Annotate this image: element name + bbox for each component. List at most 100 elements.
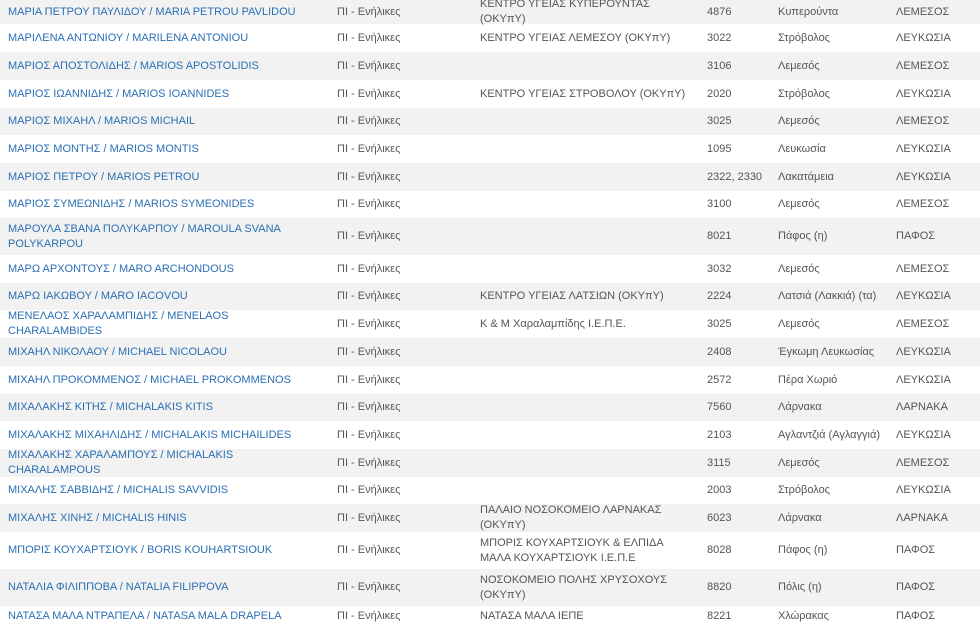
postcode-cell: 2020 bbox=[707, 87, 732, 100]
area-cell: Λευκωσία bbox=[778, 142, 826, 155]
provider-cell: Κ & Μ Χαραλαμπίδης Ι.Ε.Π.Ε. bbox=[480, 317, 626, 330]
name-cell: ΜΙΧΑΛΑΚΗΣ ΚΙΤΗΣ / MICHALAKIS KITIS bbox=[0, 400, 329, 415]
name-cell: ΜΑΡΙΛΕΝΑ ΑΝΤΩΝΙΟΥ / MARILENA ANTONIOU bbox=[0, 31, 329, 46]
doctor-name-link[interactable]: ΜΑΡΙΛΕΝΑ ΑΝΤΩΝΙΟΥ / MARILENA ANTONIOU bbox=[8, 32, 248, 44]
doctors-table: ΜΑΡΙΑ ΠΕΤΡΟΥ ΠΑΥΛΙΔΟΥ / MARIA PETROU PAV… bbox=[0, 0, 980, 626]
provider-cell: ΚΕΝΤΡΟ ΥΓΕΙΑΣ ΚΥΠΕΡΟΥΝΤΑΣ (ΟΚΥπΥ) bbox=[480, 0, 650, 25]
doctor-name-link[interactable]: ΜΑΡΟΥΛΑ ΣΒΑΝΑ ΠΟΛΥΚΑΡΠΟΥ / MAROULA SVANA… bbox=[8, 223, 280, 250]
specialty-cell: ΠΙ - Ενήλικες bbox=[337, 581, 401, 593]
doctor-name-link[interactable]: ΝΑΤΑΣΑ ΜΑΛΑ ΝΤΡΑΠΕΛΑ / NATASA MALA DRAPE… bbox=[8, 610, 282, 622]
area-cell: Πάφος (η) bbox=[778, 230, 828, 242]
provider-cell: ΝΑΤΑΣΑ ΜΑΛΑ ΙΕΠΕ bbox=[480, 609, 584, 622]
district-cell: ΛΕΥΚΩΣΙΑ bbox=[896, 290, 951, 302]
postcode-cell: 2103 bbox=[707, 428, 732, 441]
doctor-name-link[interactable]: ΜΑΡΙΟΣ ΣΥΜΕΩΝΙΔΗΣ / MARIOS SYMEONIDES bbox=[8, 198, 254, 210]
name-cell: ΜΑΡΩ ΙΑΚΩΒΟΥ / MARO IACOVOU bbox=[0, 289, 329, 304]
doctor-name-link[interactable]: ΜΑΡΙΑ ΠΕΤΡΟΥ ΠΑΥΛΙΔΟΥ / MARIA PETROU PAV… bbox=[8, 6, 296, 18]
name-cell: ΜΙΧΑΗΛ ΠΡΟΚΟΜΜΕΝΟΣ / MICHAEL PROKOMMENOS bbox=[0, 373, 329, 388]
specialty-cell: ΠΙ - Ενήλικες bbox=[337, 198, 401, 210]
table-row: ΜΙΧΑΛΑΚΗΣ ΜΙΧΑΗΛΙΔΗΣ / MICHALAKIS MICHAI… bbox=[0, 421, 980, 449]
postcode-cell: 2003 bbox=[707, 484, 732, 496]
area-cell: Λάρνακα bbox=[778, 401, 822, 413]
table-row: ΝΑΤΑΣΑ ΜΑΛΑ ΝΤΡΑΠΕΛΑ / NATASA MALA DRAPE… bbox=[0, 606, 980, 626]
name-cell: ΜΑΡΙΑ ΠΕΤΡΟΥ ΠΑΥΛΙΔΟΥ / MARIA PETROU PAV… bbox=[0, 5, 329, 20]
area-cell: Στρόβολος bbox=[778, 31, 830, 44]
area-cell: Στρόβολος bbox=[778, 87, 830, 100]
specialty-cell: ΠΙ - Ενήλικες bbox=[337, 456, 401, 469]
district-cell: ΛΕΥΚΩΣΙΑ bbox=[896, 31, 951, 44]
district-cell: ΛΕΥΚΩΣΙΑ bbox=[896, 373, 951, 386]
name-cell: ΜΙΧΑΗΛ ΝΙΚΟΛΑΟΥ / MICHAEL NICOLAOU bbox=[0, 345, 329, 360]
table-row: ΜΙΧΑΛΗΣ ΧΙΝΗΣ / MICHALIS HINIS ΠΙ - Ενήλι… bbox=[0, 504, 980, 532]
provider-cell: ΚΕΝΤΡΟ ΥΓΕΙΑΣ ΣΤΡΟΒΟΛΟΥ (ΟΚΥπΥ) bbox=[480, 87, 686, 100]
name-cell: ΜΕΝΕΛΑΟΣ ΧΑΡΑΛΑΜΠΙΔΗΣ / MENELAOS CHARALA… bbox=[0, 309, 329, 339]
postcode-cell: 3100 bbox=[707, 198, 732, 210]
name-cell: ΜΙΧΑΛΗΣ ΣΑΒΒΙΔΗΣ / MICHALIS SAVVIDIS bbox=[0, 483, 329, 498]
name-cell: ΜΑΡΙΟΣ ΣΥΜΕΩΝΙΔΗΣ / MARIOS SYMEONIDES bbox=[0, 197, 329, 212]
specialty-cell: ΠΙ - Ενήλικες bbox=[337, 484, 401, 496]
specialty-cell: ΠΙ - Ενήλικες bbox=[337, 142, 401, 155]
table-row: ΜΠΟΡΙΣ ΚΟΥΧΑΡΤΣΙΟΥΚ / BORIS KOUHARTSIOUK… bbox=[0, 532, 980, 569]
doctor-name-link[interactable]: ΜΠΟΡΙΣ ΚΟΥΧΑΡΤΣΙΟΥΚ / BORIS KOUHARTSIOUK bbox=[8, 544, 272, 556]
doctor-name-link[interactable]: ΜΙΧΑΛΑΚΗΣ ΜΙΧΑΗΛΙΔΗΣ / MICHALAKIS MICHAI… bbox=[8, 429, 291, 441]
name-cell: ΜΑΡΙΟΣ ΑΠΟΣΤΟΛΙΔΗΣ / MARIOS APOSTOLIDIS bbox=[0, 59, 329, 74]
specialty-cell: ΠΙ - Ενήλικες bbox=[337, 262, 401, 275]
postcode-cell: 8820 bbox=[707, 581, 732, 593]
specialty-cell: ΠΙ - Ενήλικες bbox=[337, 290, 401, 302]
area-cell: Στρόβολος bbox=[778, 484, 830, 496]
district-cell: ΛΕΜΕΣΟΣ bbox=[896, 59, 950, 72]
doctor-name-link[interactable]: ΝΑΤΑΛΙΑ ΦΙΛΙΠΠΟΒΑ / NATALIA FILIPPOVA bbox=[8, 581, 229, 593]
specialty-cell: ΠΙ - Ενήλικες bbox=[337, 59, 401, 72]
doctor-name-link[interactable]: ΜΑΡΩ ΑΡΧΟΝΤΟΥΣ / MARO ARCHONDOUS bbox=[8, 263, 234, 275]
doctor-name-link[interactable]: ΜΙΧΑΛΗΣ ΧΙΝΗΣ / MICHALIS HINIS bbox=[8, 512, 187, 524]
doctor-name-link[interactable]: ΜΑΡΙΟΣ ΠΕΤΡΟΥ / MARIOS PETROU bbox=[8, 171, 199, 183]
doctor-name-link[interactable]: ΜΑΡΙΟΣ ΜΙΧΑΗΛ / MARIOS MICHAIL bbox=[8, 115, 195, 127]
doctor-name-link[interactable]: ΜΑΡΙΟΣ ΜΟΝΤΗΣ / MARIOS MONTIS bbox=[8, 143, 199, 155]
district-cell: ΛΕΜΕΣΟΣ bbox=[896, 198, 950, 210]
postcode-cell: 2224 bbox=[707, 290, 732, 302]
specialty-cell: ΠΙ - Ενήλικες bbox=[337, 428, 401, 441]
specialty-cell: ΠΙ - Ενήλικες bbox=[337, 31, 401, 44]
specialty-cell: ΠΙ - Ενήλικες bbox=[337, 5, 401, 18]
doctor-name-link[interactable]: ΜΙΧΑΗΛ ΝΙΚΟΛΑΟΥ / MICHAEL NICOLAOU bbox=[8, 346, 227, 358]
table-row: ΜΑΡΙΑ ΠΕΤΡΟΥ ΠΑΥΛΙΔΟΥ / MARIA PETROU PAV… bbox=[0, 0, 980, 25]
area-cell: Πάφος (η) bbox=[778, 544, 828, 556]
table-row: ΜΑΡΟΥΛΑ ΣΒΑΝΑ ΠΟΛΥΚΑΡΠΟΥ / MAROULA SVANA… bbox=[0, 218, 980, 255]
specialty-cell: ΠΙ - Ενήλικες bbox=[337, 544, 401, 556]
district-cell: ΛΕΜΕΣΟΣ bbox=[896, 456, 950, 469]
area-cell: Λεμεσός bbox=[778, 198, 820, 210]
district-cell: ΛΕΥΚΩΣΙΑ bbox=[896, 170, 951, 183]
area-cell: Λατσιά (Λακκιά) (τα) bbox=[778, 290, 877, 302]
doctor-name-link[interactable]: ΜΕΝΕΛΑΟΣ ΧΑΡΑΛΑΜΠΙΔΗΣ / MENELAOS CHARALA… bbox=[8, 310, 228, 337]
specialty-cell: ΠΙ - Ενήλικες bbox=[337, 345, 401, 358]
doctor-name-link[interactable]: ΜΑΡΙΟΣ ΙΩΑΝΝΙΔΗΣ / MARIOS IOANNIDES bbox=[8, 88, 229, 100]
doctor-name-link[interactable]: ΜΑΡΩ ΙΑΚΩΒΟΥ / MARO IACOVOU bbox=[8, 290, 188, 302]
area-cell: Έγκωμη Λευκωσίας bbox=[778, 345, 875, 358]
doctor-name-link[interactable]: ΜΙΧΑΗΛ ΠΡΟΚΟΜΜΕΝΟΣ / MICHAEL PROKOMMENOS bbox=[8, 374, 291, 386]
provider-cell: ΜΠΟΡΙΣ ΚΟΥΧΑΡΤΣΙΟΥΚ & ΕΛΠΙΔΑ ΜΑΛΑ ΚΟΥΧΑΡ… bbox=[480, 536, 664, 564]
doctor-name-link[interactable]: ΜΙΧΑΛΑΚΗΣ ΚΙΤΗΣ / MICHALAKIS KITIS bbox=[8, 401, 213, 413]
name-cell: ΜΑΡΙΟΣ ΙΩΑΝΝΙΔΗΣ / MARIOS IOANNIDES bbox=[0, 87, 329, 102]
district-cell: ΠΑΦΟΣ bbox=[896, 544, 936, 556]
name-cell: ΝΑΤΑΛΙΑ ΦΙΛΙΠΠΟΒΑ / NATALIA FILIPPOVA bbox=[0, 580, 329, 595]
table-row: ΜΑΡΩ ΙΑΚΩΒΟΥ / MARO IACOVOU ΠΙ - Ενήλικες… bbox=[0, 283, 980, 310]
doctor-name-link[interactable]: ΜΙΧΑΛΗΣ ΣΑΒΒΙΔΗΣ / MICHALIS SAVVIDIS bbox=[8, 484, 228, 496]
area-cell: Πέρα Χωριό bbox=[778, 373, 838, 386]
doctor-name-link[interactable]: ΜΙΧΑΛΑΚΗΣ ΧΑΡΑΛΑΜΠΟΥΣ / MICHALAKIS CHARA… bbox=[8, 449, 233, 476]
postcode-cell: 4876 bbox=[707, 5, 732, 18]
district-cell: ΛΕΥΚΩΣΙΑ bbox=[896, 142, 951, 155]
specialty-cell: ΠΙ - Ενήλικες bbox=[337, 373, 401, 386]
postcode-cell: 3025 bbox=[707, 115, 732, 127]
provider-cell: ΚΕΝΤΡΟ ΥΓΕΙΑΣ ΛΕΜΕΣΟΥ (ΟΚΥπΥ) bbox=[480, 31, 671, 44]
district-cell: ΛΕΥΚΩΣΙΑ bbox=[896, 87, 951, 100]
specialty-cell: ΠΙ - Ενήλικες bbox=[337, 401, 401, 413]
postcode-cell: 8028 bbox=[707, 544, 732, 556]
district-cell: ΛΕΥΚΩΣΙΑ bbox=[896, 345, 951, 358]
district-cell: ΛΕΜΕΣΟΣ bbox=[896, 115, 950, 127]
table-row: ΜΑΡΙΟΣ ΣΥΜΕΩΝΙΔΗΣ / MARIOS SYMEONIDES ΠΙ … bbox=[0, 191, 980, 218]
district-cell: ΛΑΡΝΑΚΑ bbox=[896, 511, 948, 524]
postcode-cell: 3032 bbox=[707, 262, 732, 275]
table-row: ΜΑΡΙΟΣ ΑΠΟΣΤΟΛΙΔΗΣ / MARIOS APOSTOLIDIS Π… bbox=[0, 52, 980, 80]
doctor-name-link[interactable]: ΜΑΡΙΟΣ ΑΠΟΣΤΟΛΙΔΗΣ / MARIOS APOSTOLIDIS bbox=[8, 60, 259, 72]
area-cell: Λεμεσός bbox=[778, 262, 820, 275]
